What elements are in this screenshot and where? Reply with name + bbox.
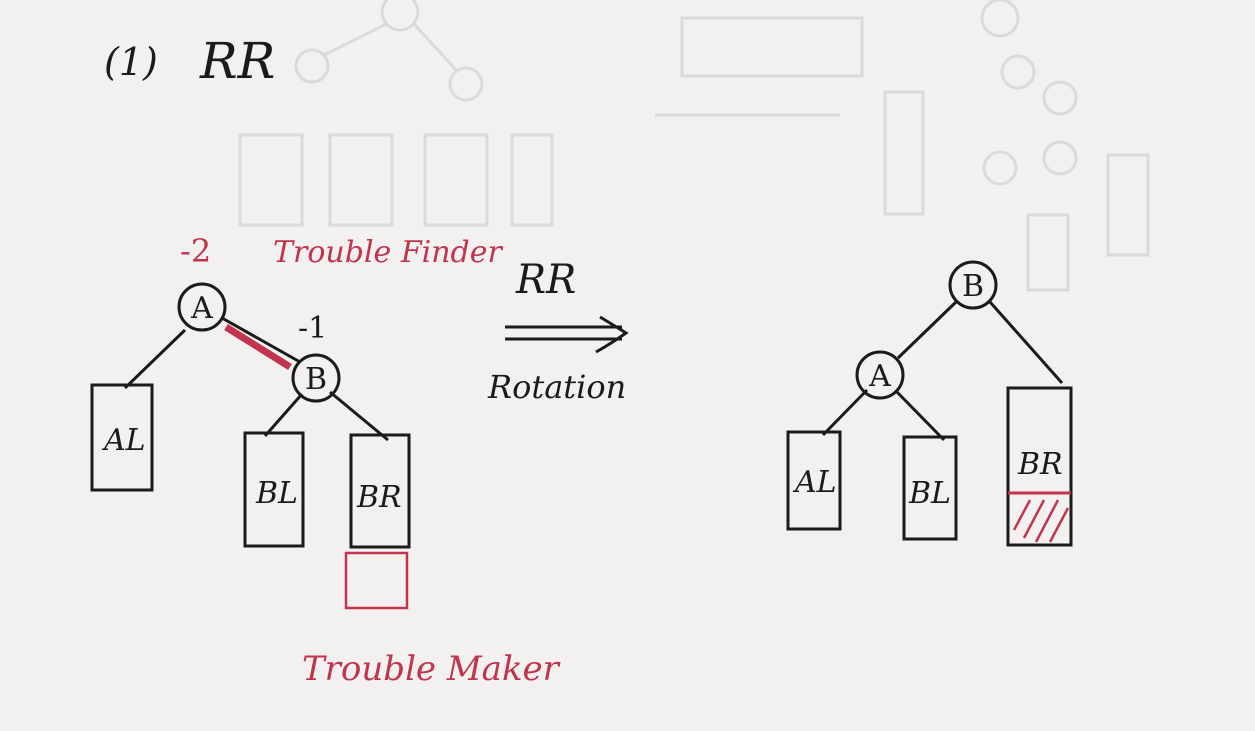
ghost-edge — [412, 22, 460, 74]
ghost-box — [510, 133, 554, 227]
tree-before-labels: A B -2 -1 Trouble Finder AL BL BR Troubl… — [101, 232, 561, 689]
balance-factor-a: -2 — [180, 232, 211, 270]
trouble-maker-label: Trouble Maker — [302, 649, 561, 689]
ghost-node — [1042, 80, 1078, 116]
edge-a-b — [221, 316, 301, 364]
ghost-box — [423, 133, 489, 227]
edge-b-br — [329, 390, 389, 442]
node-a-label: A — [868, 359, 891, 394]
subtree-bl-label: BL — [255, 476, 298, 511]
trouble-finder-label: Trouble Finder — [273, 235, 504, 270]
ghost-box — [328, 133, 394, 227]
hatch-stroke — [1012, 499, 1032, 531]
heading: (1) RR — [104, 32, 275, 90]
arrow-head — [595, 315, 629, 354]
trouble-path-highlight — [224, 324, 292, 370]
hatch-stroke — [1048, 507, 1070, 543]
double-arrow-icon — [505, 315, 629, 354]
edge-a-al — [821, 388, 869, 437]
ghost-node — [1000, 54, 1036, 90]
edge-b-br — [988, 301, 1064, 384]
edge-b-bl — [263, 393, 304, 437]
note-page: (1) RR A B -2 -1 Trouble Finder AL BL BR… — [0, 0, 1255, 731]
subtree-br-label: BR — [1017, 447, 1063, 482]
trouble-maker-box — [344, 551, 409, 610]
edge-a-al — [123, 328, 187, 390]
avl-rr-rotation-diagram: (1) RR A B -2 -1 Trouble Finder AL BL BR… — [90, 0, 1150, 689]
ghost-node — [1042, 140, 1078, 176]
ghost-box — [1026, 213, 1070, 292]
edge-a-bl — [894, 389, 946, 442]
ghost-box — [238, 133, 304, 227]
subtree-bl-label: BL — [908, 476, 951, 511]
ghost-box — [1106, 153, 1150, 257]
rotation-transition: RR Rotation — [487, 257, 629, 406]
tree-after-labels: B A AL BL BR — [792, 269, 1063, 511]
subtree-br-label: BR — [356, 480, 402, 515]
subtree-al-label: AL — [792, 465, 837, 500]
ghost-node — [980, 0, 1020, 38]
ghost-node — [448, 66, 484, 102]
ghost-node — [380, 0, 420, 32]
heading-title: RR — [199, 32, 275, 90]
node-b-label: B — [962, 269, 984, 304]
transition-sublabel: Rotation — [487, 368, 626, 406]
node-a-label: A — [190, 291, 213, 326]
subtree-br-growth-hatch — [1012, 499, 1070, 543]
ghost-box — [680, 16, 864, 78]
transition-label: RR — [515, 257, 576, 303]
subtree-al-label: AL — [101, 423, 146, 458]
node-b-label: B — [305, 362, 327, 397]
ghost-edge — [321, 22, 387, 58]
ghost-node — [982, 150, 1018, 186]
balance-factor-b: -1 — [298, 311, 327, 346]
ghost-box — [883, 90, 925, 216]
heading-number: (1) — [104, 40, 158, 84]
edge-b-a — [896, 300, 958, 360]
